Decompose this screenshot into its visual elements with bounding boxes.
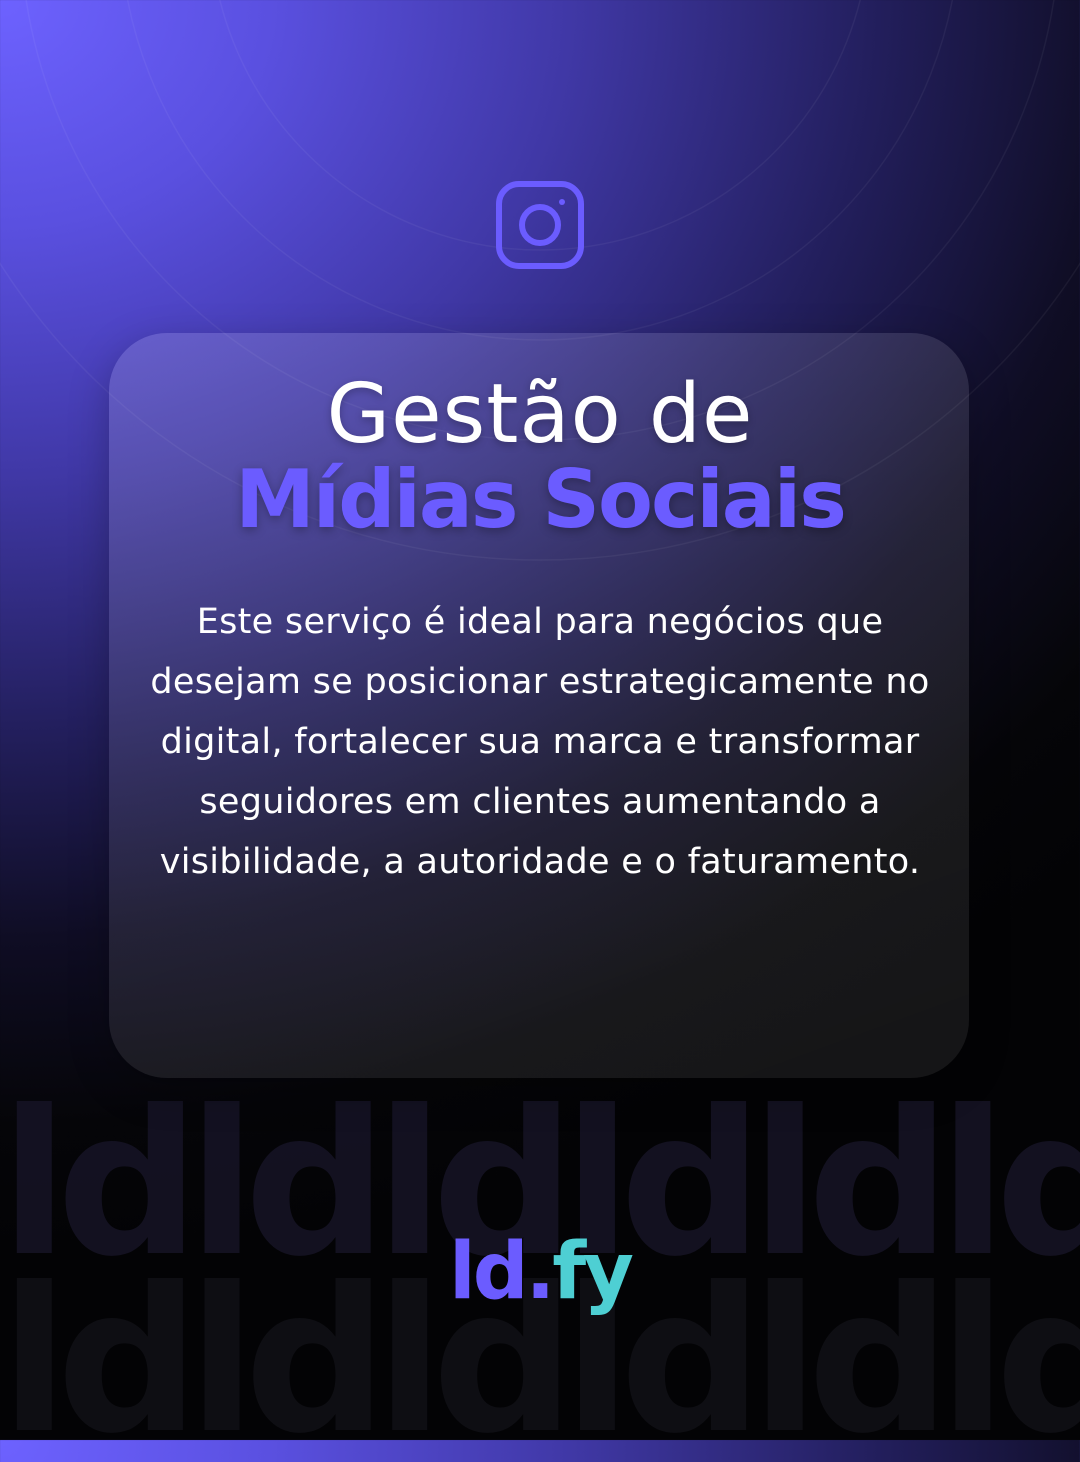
- brand-logo-part: fy: [552, 1227, 634, 1317]
- brand-logo: ld.fy: [0, 1222, 1080, 1322]
- service-description: Este serviço é ideal para negócios que d…: [150, 602, 930, 882]
- instagram-icon: [496, 181, 584, 269]
- page-title-highlight: Mídias Sociais: [235, 453, 847, 546]
- brand-logo-part: ld: [449, 1227, 529, 1317]
- brand-logo-dot: .: [525, 1227, 556, 1317]
